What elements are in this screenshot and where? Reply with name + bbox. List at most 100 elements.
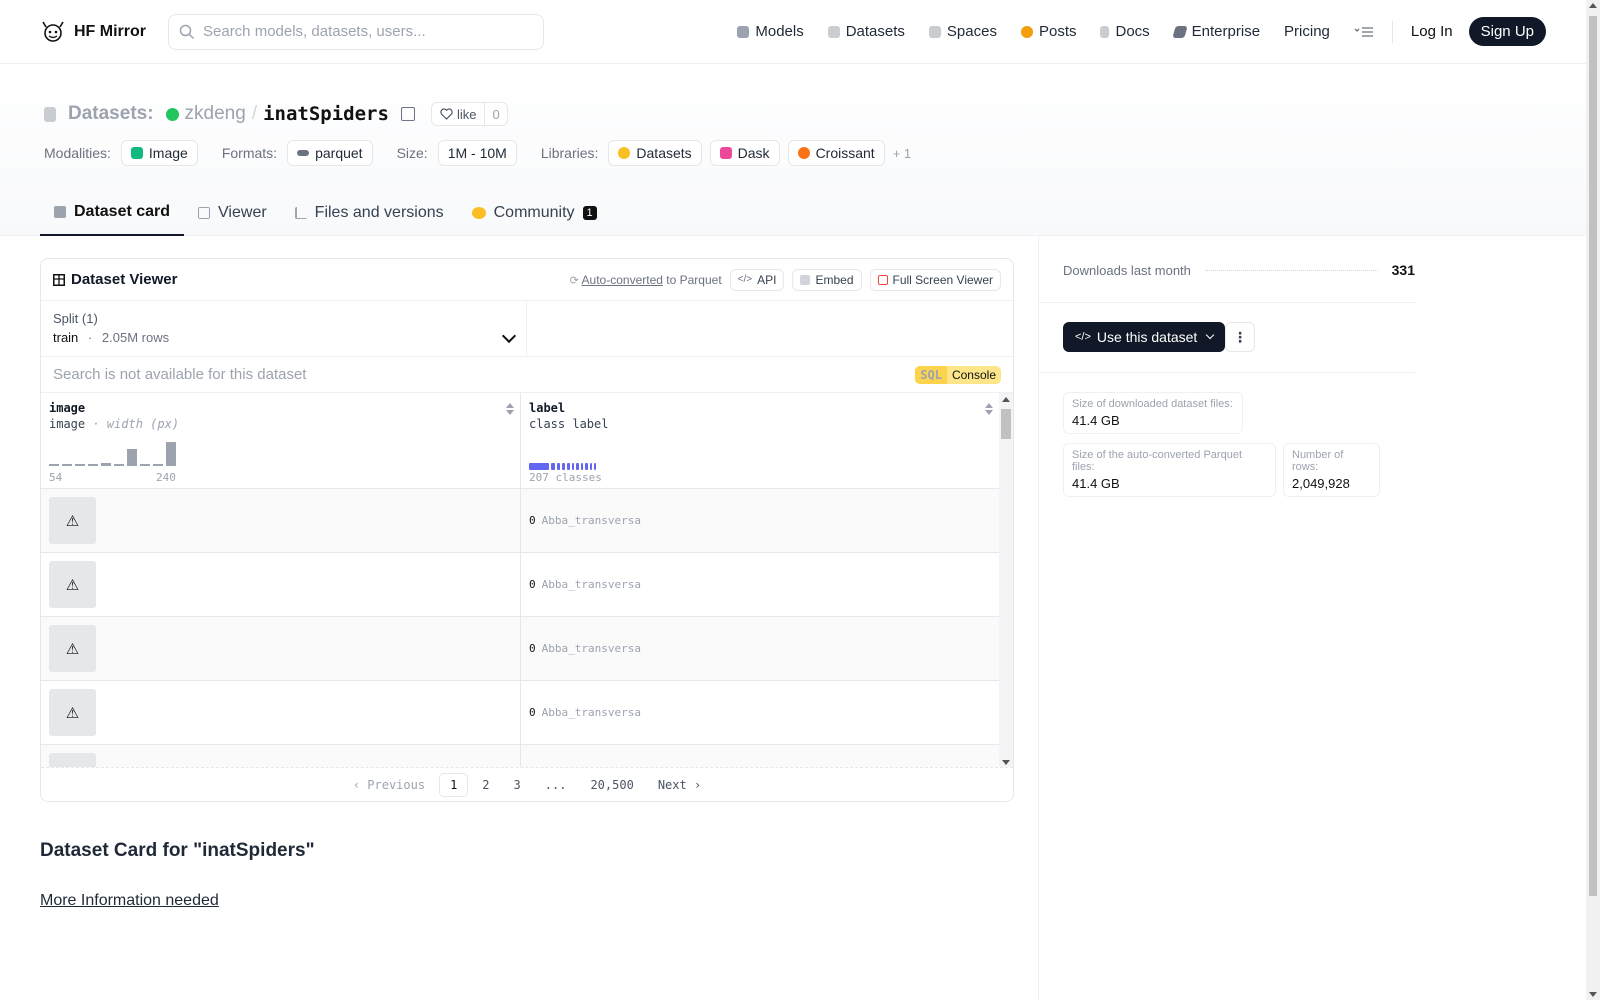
tab-viewer[interactable]: Viewer [184, 190, 281, 236]
table-row[interactable]: ⚠ 0 Abba_transversa [41, 553, 999, 617]
signup-button[interactable]: Sign Up [1468, 17, 1546, 46]
image-cell: ⚠ [41, 617, 520, 680]
class-segment[interactable] [529, 463, 550, 470]
scroll-up-icon[interactable] [1589, 3, 1597, 8]
column-header-label[interactable]: label class label 207 classes [520, 393, 999, 488]
nav-pricing[interactable]: Pricing [1272, 23, 1342, 40]
downloads-value: 331 [1391, 262, 1415, 278]
class-segment[interactable] [567, 463, 570, 470]
api-button[interactable]: </> API [729, 268, 785, 291]
sort-icon[interactable] [506, 403, 514, 415]
tag-modality[interactable]: Image [120, 140, 198, 166]
table-row[interactable]: ⚠ [41, 745, 999, 769]
more-information-link[interactable]: More Information needed [40, 892, 219, 910]
sql-console-button[interactable]: SQL Console [915, 365, 1001, 384]
table-row[interactable]: ⚠ 0 Abba_transversa [41, 681, 999, 745]
histogram-bar[interactable] [166, 442, 176, 466]
dataset-name[interactable]: inatSpiders [263, 103, 389, 125]
histogram-bar[interactable] [114, 464, 124, 466]
auto-converted-link[interactable]: Auto-converted [582, 273, 663, 287]
class-segment[interactable] [571, 463, 575, 470]
croissant-icon [797, 147, 810, 159]
class-segment[interactable] [576, 463, 579, 470]
scroll-down-icon[interactable] [1589, 992, 1597, 997]
more-options-button[interactable]: ⋮ [1225, 322, 1255, 352]
nav-posts[interactable]: Posts [1009, 23, 1089, 40]
broken-image-icon[interactable]: ⚠ [49, 497, 96, 544]
page-scrollbar[interactable] [1586, 0, 1600, 1000]
table-icon [198, 207, 211, 219]
nav-menu-button[interactable] [1342, 26, 1386, 38]
page-scrollbar-thumb[interactable] [1589, 16, 1597, 896]
class-segment[interactable] [589, 463, 592, 470]
tag-library-datasets[interactable]: Datasets [608, 140, 702, 166]
column-header-image[interactable]: image image · width (px) 54 240 [41, 393, 520, 488]
api-label: API [757, 272, 777, 287]
nav-spaces-label: Spaces [946, 23, 997, 40]
fullscreen-button[interactable]: Full Screen Viewer [869, 268, 1001, 291]
class-segment[interactable] [580, 463, 584, 470]
like-toggle[interactable]: like [432, 103, 486, 125]
tab-files[interactable]: Files and versions [281, 190, 458, 236]
use-dataset-button[interactable]: </> Use this dataset [1063, 322, 1226, 352]
histogram-bar[interactable] [140, 464, 150, 466]
scroll-down-icon[interactable] [1002, 760, 1010, 765]
owner-avatar [165, 107, 179, 121]
copy-icon[interactable] [400, 107, 415, 121]
broken-image-icon[interactable]: ⚠ [49, 561, 96, 608]
tab-dataset-card[interactable]: Dataset card [40, 190, 185, 236]
histogram-bar[interactable] [88, 464, 98, 466]
breadcrumb-datasets[interactable]: Datasets: [68, 103, 154, 125]
brand[interactable]: HF Mirror [40, 19, 146, 45]
histogram-bar[interactable] [153, 464, 163, 466]
table-row[interactable]: ⚠ 0 Abba_transversa [41, 617, 999, 681]
histogram-bar[interactable] [49, 464, 59, 466]
tag-library-croissant[interactable]: Croissant [787, 140, 885, 166]
login-link[interactable]: Log In [1399, 23, 1465, 40]
nav-enterprise-label: Enterprise [1191, 23, 1261, 40]
histogram-bar[interactable] [101, 463, 111, 466]
table-scrollbar[interactable] [999, 393, 1013, 769]
class-segment[interactable] [551, 463, 555, 470]
tag-library-dask[interactable]: Dask [709, 140, 780, 166]
embed-button[interactable]: Embed [792, 268, 862, 291]
nav-datasets[interactable]: Datasets [816, 23, 917, 40]
nav-docs[interactable]: Docs [1088, 23, 1161, 40]
histogram-bar[interactable] [127, 449, 137, 466]
histogram-bar[interactable] [62, 464, 72, 466]
breadcrumb-owner[interactable]: zkdeng [185, 103, 246, 125]
label-cell: 0 Abba_transversa [520, 617, 999, 680]
nav-docs-label: Docs [1115, 23, 1150, 40]
scrollbar-thumb[interactable] [1001, 409, 1011, 439]
nav-models[interactable]: Models [725, 23, 815, 40]
formats-label: Formats: [221, 145, 278, 161]
page-1-button[interactable]: 1 [439, 772, 469, 797]
search-box[interactable] [168, 13, 544, 50]
previous-page-button[interactable]: ‹ Previous [343, 774, 435, 796]
column-name: label [529, 401, 566, 415]
tab-community[interactable]: Community 1 [458, 190, 611, 236]
last-page-button[interactable]: 20,500 [580, 774, 643, 796]
histogram-bar[interactable] [75, 464, 85, 466]
class-segment[interactable] [585, 463, 588, 470]
like-button[interactable]: like 0 [430, 102, 508, 126]
more-libraries[interactable]: + 1 [893, 146, 911, 161]
class-segment[interactable] [561, 463, 566, 470]
page-3-button[interactable]: 3 [504, 774, 531, 796]
search-input[interactable] [203, 23, 533, 40]
split-selector[interactable]: Split (1) train · 2.05M rows [41, 301, 527, 356]
class-segment[interactable] [556, 463, 560, 470]
nav-spaces[interactable]: Spaces [917, 23, 1009, 40]
table-row[interactable]: ⚠ 0 Abba_transversa [41, 489, 999, 553]
broken-image-icon[interactable]: ⚠ [49, 625, 96, 672]
scroll-up-icon[interactable] [1002, 397, 1010, 402]
next-page-button[interactable]: Next › [648, 774, 711, 796]
nav-enterprise[interactable]: Enterprise [1162, 23, 1272, 40]
class-segment[interactable] [593, 463, 596, 470]
sort-icon[interactable] [985, 403, 993, 415]
tag-size[interactable]: 1M - 10M [437, 140, 517, 166]
broken-image-icon[interactable]: ⚠ [49, 689, 96, 736]
histogram-min: 54 [49, 471, 63, 484]
tag-format[interactable]: parquet [287, 140, 373, 166]
page-2-button[interactable]: 2 [472, 774, 499, 796]
